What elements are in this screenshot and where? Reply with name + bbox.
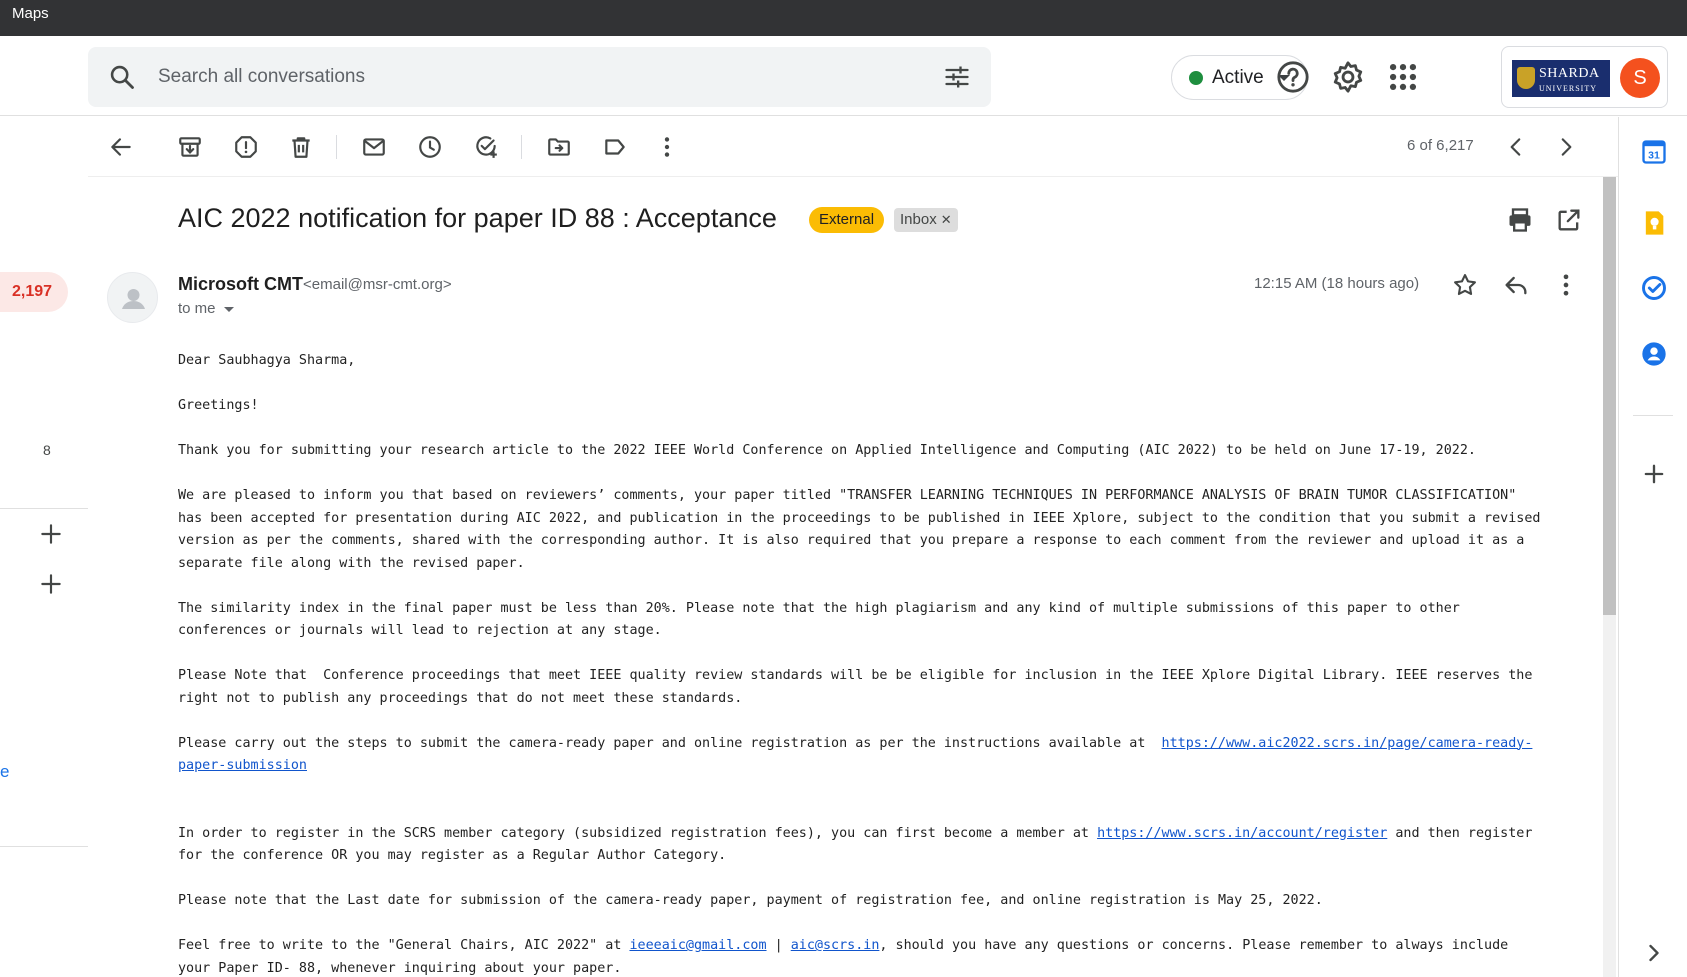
recipient-details[interactable]: to me: [178, 300, 234, 317]
search-icon[interactable]: [108, 63, 136, 91]
body-text: Please carry out the steps to submit the…: [178, 735, 1162, 751]
search-input[interactable]: [158, 61, 858, 93]
link-text: paper-submission: [178, 758, 307, 773]
apps-grid-icon[interactable]: [1386, 60, 1420, 94]
back-arrow-icon[interactable]: [108, 134, 134, 160]
calendar-icon[interactable]: 31: [1640, 138, 1668, 166]
chevron-down-icon[interactable]: [223, 306, 234, 312]
plus-icon[interactable]: [38, 571, 64, 597]
register-link[interactable]: https://www.scrs.in/account/register: [1097, 826, 1387, 841]
reply-icon[interactable]: [1502, 271, 1530, 299]
delete-icon[interactable]: [288, 134, 314, 160]
sender-avatar[interactable]: [107, 272, 158, 323]
print-icon[interactable]: [1506, 206, 1534, 234]
message-toolbar: 6 of 6,217: [88, 117, 1618, 177]
side-panel: 31: [1618, 117, 1687, 977]
body-paragraph: Feel free to write to the "General Chair…: [178, 935, 1598, 977]
move-to-icon[interactable]: [546, 134, 572, 160]
close-icon[interactable]: ✕: [941, 212, 952, 227]
star-icon[interactable]: [1451, 271, 1479, 299]
email-body: Dear Saubhagya Sharma, Greetings! Thank …: [178, 350, 1598, 977]
link-text: https://www.aic2022.scrs.in/page/camera-…: [1161, 735, 1533, 751]
body-paragraph: Thank you for submitting your research a…: [178, 443, 1476, 458]
body-paragraph: The similarity index in the final paper …: [178, 600, 1460, 639]
tasks-icon[interactable]: [1640, 274, 1668, 302]
body-greetings: Greetings!: [178, 398, 259, 413]
body-paragraph: Please Note that Conference proceedings …: [178, 668, 1533, 706]
body-text: In order to register in the SCRS member …: [178, 825, 1098, 841]
open-in-new-window-icon[interactable]: [1555, 206, 1583, 234]
recipient-label: to me: [178, 300, 216, 317]
body-text: Feel free to write to the "General Chair…: [178, 938, 630, 953]
mark-unread-icon[interactable]: [361, 134, 387, 160]
status-dot: [1189, 71, 1203, 85]
inbox-label-text: Inbox: [900, 211, 937, 228]
label-count: 8: [43, 442, 51, 458]
chevron-left-icon[interactable]: [1503, 134, 1529, 160]
sidebar-link-partial[interactable]: e: [0, 762, 9, 782]
body-paragraph: We are pleased to inform you that based …: [178, 488, 1541, 571]
more-vert-icon[interactable]: [1552, 271, 1580, 299]
body-paragraph: Please note that the Last date for submi…: [178, 893, 1323, 908]
snooze-clock-icon[interactable]: [417, 134, 443, 160]
scrollbar-thumb[interactable]: [1603, 177, 1616, 615]
email-subject: AIC 2022 notification for paper ID 88 : …: [178, 203, 777, 233]
divider: [1633, 415, 1673, 416]
report-spam-icon[interactable]: [233, 134, 259, 160]
keep-notes-icon[interactable]: [1640, 209, 1668, 237]
divider: [0, 846, 88, 847]
add-to-tasks-icon[interactable]: [473, 134, 499, 160]
divider: [0, 508, 88, 509]
svg-text:31: 31: [1648, 149, 1660, 161]
body-paragraph: Please carry out the steps to submit the…: [178, 733, 1598, 778]
sender-email: <email@msr-cmt.org>: [303, 276, 452, 293]
plus-icon[interactable]: [38, 521, 64, 547]
unread-count-badge[interactable]: 2,197: [0, 272, 68, 312]
contacts-icon[interactable]: [1640, 340, 1668, 368]
chevron-right-icon[interactable]: [1640, 939, 1668, 967]
email-timestamp: 12:15 AM (18 hours ago): [1254, 275, 1420, 292]
email-link[interactable]: aic@scrs.in: [791, 938, 880, 953]
body-greeting: Dear Saubhagya Sharma,: [178, 353, 356, 368]
university-seal-icon: [1517, 67, 1535, 89]
header: Active SHARDA UNIVERSITY S: [0, 36, 1687, 116]
external-label: External: [809, 207, 885, 233]
avatar[interactable]: S: [1620, 58, 1660, 98]
toolbar-divider: [521, 135, 522, 159]
person-icon: [122, 289, 145, 309]
org-name-line2: UNIVERSITY: [1539, 84, 1597, 93]
page-counter: 6 of 6,217: [1407, 137, 1474, 154]
search-options-icon[interactable]: [943, 63, 971, 91]
chevron-right-icon[interactable]: [1553, 134, 1579, 160]
status-label: Active: [1212, 67, 1264, 88]
org-name-line1: SHARDA: [1539, 66, 1600, 81]
sender-name: Microsoft CMT: [178, 274, 303, 294]
toolbar-divider: [336, 135, 337, 159]
window-title-bar: Maps: [0, 0, 1687, 36]
email-link[interactable]: ieeeaic@gmail.com: [629, 938, 766, 953]
label-icon[interactable]: [602, 134, 628, 160]
window-title: Maps: [12, 5, 49, 22]
archive-icon[interactable]: [177, 134, 203, 160]
gear-icon[interactable]: [1331, 60, 1365, 94]
add-addon-icon[interactable]: [1640, 460, 1668, 488]
account-switcher[interactable]: SHARDA UNIVERSITY S: [1501, 46, 1668, 108]
inbox-label[interactable]: Inbox ✕: [894, 208, 958, 232]
body-paragraph: In order to register in the SCRS member …: [178, 823, 1598, 868]
help-icon[interactable]: [1276, 60, 1310, 94]
search-bar[interactable]: [88, 47, 991, 107]
more-vert-icon[interactable]: [654, 134, 680, 160]
organization-logo: SHARDA UNIVERSITY: [1512, 60, 1610, 97]
body-text: |: [766, 938, 791, 953]
